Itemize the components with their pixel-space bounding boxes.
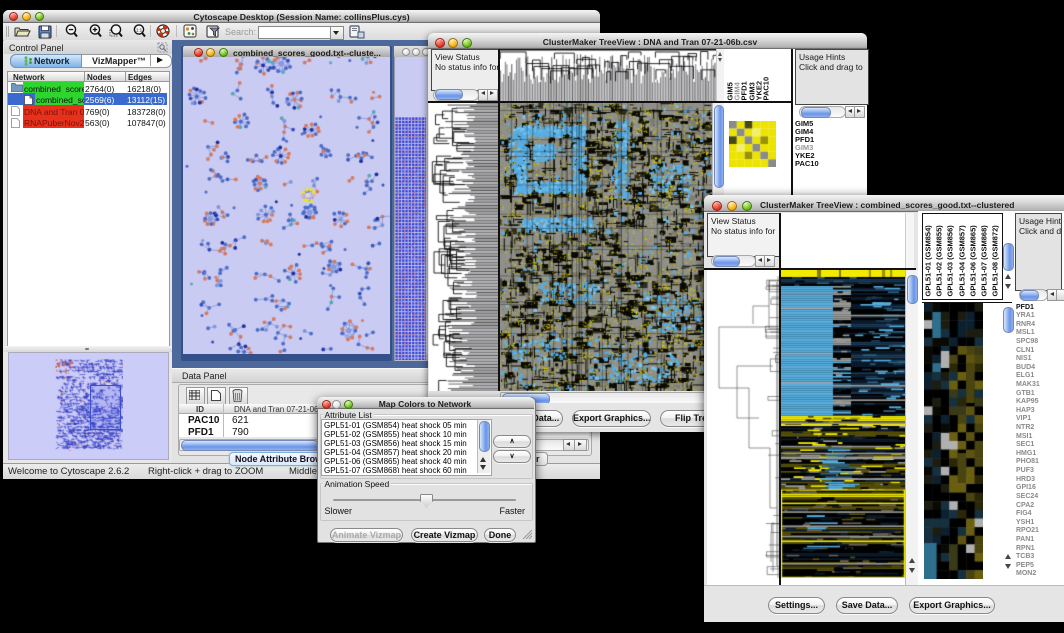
svg-text:1:1: 1:1 bbox=[136, 28, 143, 33]
